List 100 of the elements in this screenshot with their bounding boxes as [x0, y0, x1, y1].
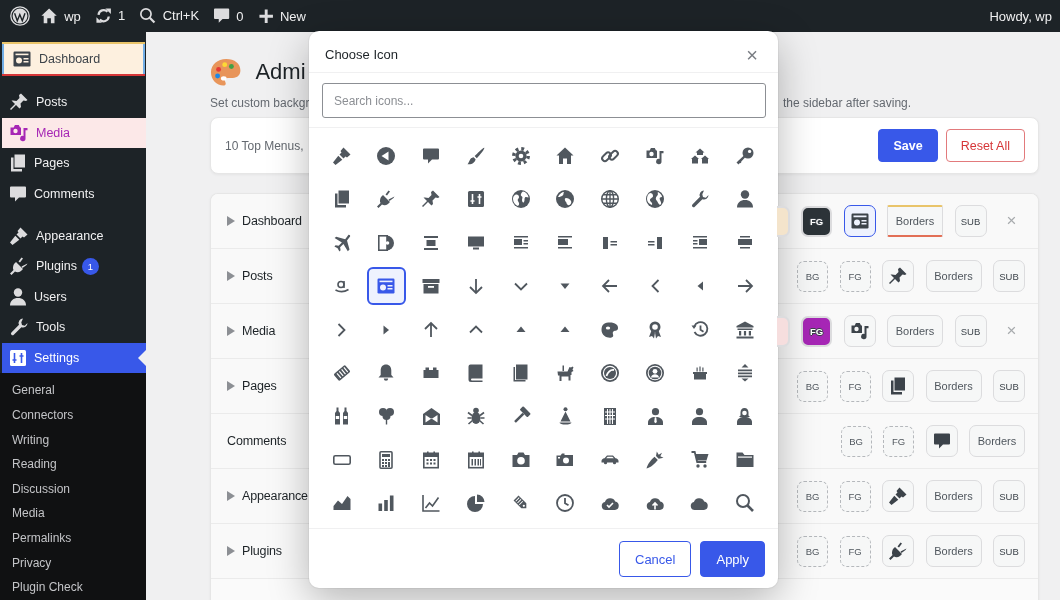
expand-toggle[interactable]: Media [227, 324, 276, 338]
icon-option[interactable] [337, 322, 346, 337]
text-color-swatch[interactable]: FG [839, 535, 871, 567]
icon-option[interactable] [511, 452, 530, 468]
menu-item[interactable]: Pages [0, 148, 78, 179]
icon-option[interactable] [736, 190, 753, 209]
icon-option[interactable] [513, 363, 529, 382]
icon-option[interactable] [468, 325, 483, 335]
icon-option[interactable] [737, 407, 753, 425]
icon-option[interactable] [737, 364, 752, 382]
icon-option[interactable] [645, 495, 665, 511]
icon-option[interactable] [696, 281, 704, 292]
updates-link[interactable]: 1 [95, 8, 126, 24]
icon-option[interactable] [601, 455, 620, 465]
submenu-toggle-button[interactable]: SUB [954, 205, 987, 237]
submenu-toggle-button[interactable]: SUB [993, 535, 1025, 567]
icon-option[interactable] [646, 450, 664, 469]
icon-option[interactable] [332, 495, 351, 511]
text-color-swatch[interactable]: FG [801, 205, 832, 237]
background-color-swatch[interactable] [777, 205, 790, 237]
expand-toggle[interactable]: Dashboard [227, 214, 302, 228]
text-color-swatch[interactable]: FG [883, 425, 914, 457]
icon-option[interactable] [560, 282, 571, 290]
icon-option[interactable] [423, 367, 440, 379]
borders-button[interactable]: Borders [887, 205, 943, 237]
icon-option[interactable] [601, 190, 620, 209]
icon-option[interactable] [556, 494, 575, 513]
icon-option[interactable] [650, 279, 660, 294]
icon-option[interactable] [468, 363, 484, 383]
site-name-link[interactable]: wp [41, 7, 81, 25]
icon-option[interactable] [467, 191, 484, 208]
icon-option[interactable] [646, 147, 665, 165]
icon-option[interactable] [511, 147, 530, 165]
icon-option[interactable] [468, 278, 483, 295]
icon-option[interactable] [556, 190, 575, 209]
icon-option[interactable] [692, 236, 707, 250]
logo-menu[interactable] [10, 6, 30, 26]
text-color-swatch[interactable]: FG [839, 370, 871, 402]
submenu-item[interactable]: Writing [0, 427, 62, 453]
submenu-item[interactable]: Media [0, 501, 57, 526]
icon-option[interactable] [515, 326, 526, 333]
icon-option[interactable] [378, 363, 395, 382]
icon-option[interactable] [424, 321, 439, 338]
icon-option[interactable] [560, 326, 571, 333]
icon-option[interactable] [735, 147, 754, 165]
background-color-swatch[interactable]: BG [797, 260, 828, 292]
expand-toggle[interactable]: Appearance [227, 489, 308, 503]
icon-option[interactable] [647, 407, 663, 425]
icon-option[interactable] [466, 407, 485, 426]
reset-all-button[interactable]: Reset All [945, 129, 1025, 162]
save-button[interactable]: Save [878, 129, 938, 162]
background-color-swatch[interactable] [777, 315, 790, 347]
icon-option[interactable] [603, 236, 618, 249]
icon-option[interactable] [466, 147, 485, 165]
submenu-item[interactable]: Reading [0, 452, 69, 477]
icon-option[interactable] [377, 147, 396, 165]
icon-option[interactable] [467, 236, 484, 250]
icon-option[interactable] [466, 494, 485, 513]
icon-picker-button[interactable] [843, 205, 876, 237]
background-color-swatch[interactable]: BG [797, 370, 828, 402]
expand-toggle[interactable]: Posts [227, 269, 273, 283]
icon-option[interactable] [557, 364, 574, 382]
icon-option[interactable] [690, 321, 709, 339]
icon-option[interactable] [735, 452, 754, 468]
apply-button[interactable]: Apply [700, 541, 765, 577]
menu-item[interactable]: Media [2, 117, 146, 149]
icon-option[interactable] [735, 320, 754, 339]
submenu-toggle-button[interactable]: SUB [993, 260, 1025, 292]
icon-option[interactable] [692, 407, 708, 425]
icon-option[interactable] [422, 494, 441, 513]
icon-option[interactable] [690, 190, 709, 209]
icon-option[interactable] [646, 190, 665, 209]
icon-option[interactable] [335, 407, 348, 426]
menu-item[interactable]: Dashboard [4, 44, 143, 74]
icon-option[interactable] [601, 321, 620, 338]
background-color-swatch[interactable]: BG [797, 480, 828, 512]
menu-item[interactable]: Settings [2, 342, 146, 374]
search-link[interactable]: Ctrl+K [140, 8, 200, 24]
icon-option[interactable] [513, 281, 528, 291]
search-field[interactable]: Search icons... [322, 83, 766, 118]
icon-option[interactable] [735, 494, 754, 513]
menu-item[interactable]: Comments [0, 178, 103, 210]
borders-button[interactable]: Borders [925, 370, 982, 402]
icon-option[interactable] [334, 279, 349, 293]
icon-option[interactable] [333, 190, 350, 209]
menu-item[interactable]: Posts [0, 87, 76, 118]
account-link[interactable]: Howdy, wp [989, 8, 1052, 24]
icon-option[interactable] [601, 363, 620, 382]
icon-option[interactable] [600, 495, 620, 511]
icon-option[interactable] [467, 451, 484, 469]
icon-option[interactable] [383, 324, 390, 335]
menu-item[interactable]: Appearance [0, 220, 112, 251]
submenu-item[interactable]: Discussion [0, 476, 83, 502]
text-color-swatch[interactable]: FG [839, 260, 871, 292]
icon-option[interactable] [332, 233, 351, 252]
submenu-toggle-button[interactable]: SUB [954, 315, 987, 347]
icon-option[interactable] [602, 279, 619, 294]
icon-option[interactable] [513, 236, 528, 250]
icon-option[interactable] [377, 190, 396, 209]
icon-option[interactable] [379, 450, 394, 469]
